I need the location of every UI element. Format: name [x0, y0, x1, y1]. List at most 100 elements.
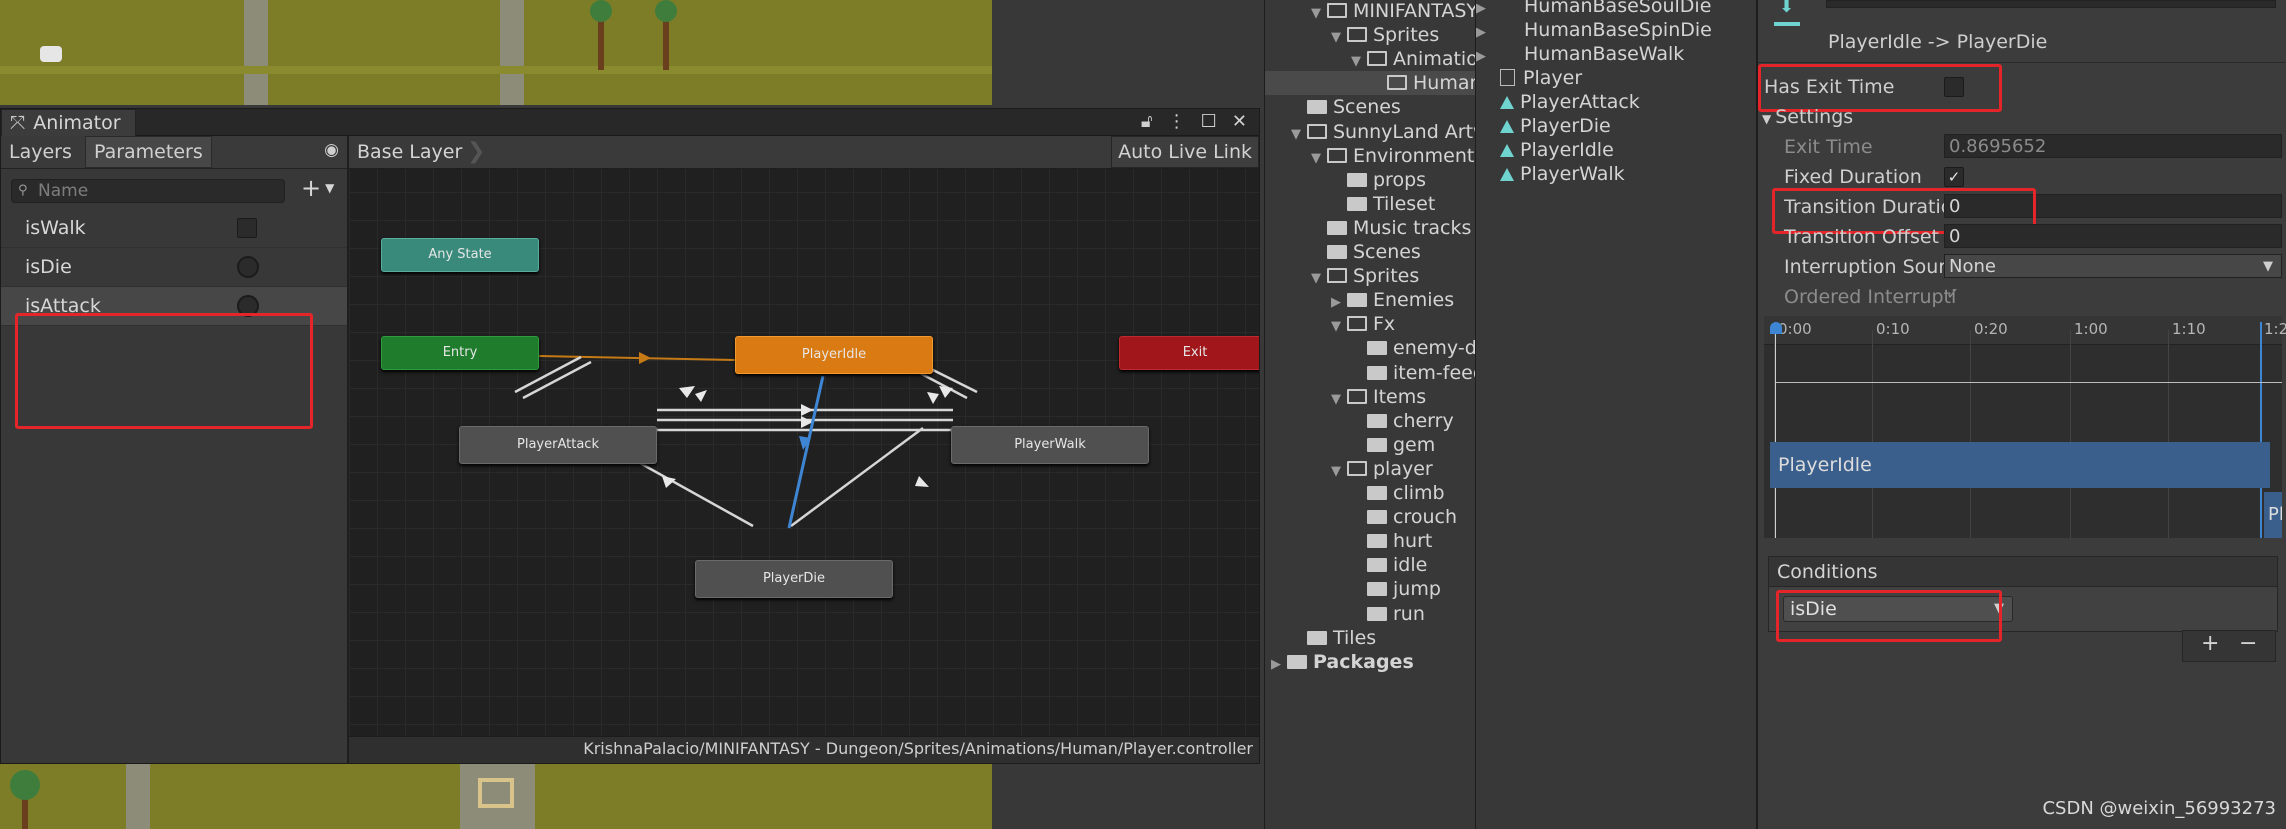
animation-clip-icon: [1500, 96, 1514, 109]
state-node-exit[interactable]: Exit: [1119, 336, 1259, 370]
fixed-duration-checkbox[interactable]: ✓: [1944, 167, 1964, 187]
parameter-trigger-radio[interactable]: [237, 256, 259, 278]
transition-offset-field[interactable]: 0: [1944, 224, 2282, 248]
timeline-track-destination: Pl: [2264, 492, 2282, 538]
transition-walk-to-die[interactable]: [790, 426, 924, 528]
folder-tree-item[interactable]: ▼ Sprites: [1311, 264, 1419, 288]
folder-tree-item[interactable]: ▼ MINIFANTASY: [1311, 0, 1475, 26]
chevron-down-icon[interactable]: ▼: [1331, 26, 1347, 50]
folder-icon: [1367, 534, 1387, 549]
folder-tree-item[interactable]: jump: [1351, 577, 1441, 601]
chevron-down-icon[interactable]: ▼: [1331, 315, 1347, 339]
asset-item[interactable]: PlayerIdle: [1500, 138, 1614, 162]
folder-tree-item[interactable]: cherry: [1351, 409, 1454, 433]
folder-tree-item[interactable]: ▼SunnyLand Artwork: [1291, 120, 1475, 147]
parameter-row[interactable]: isWalk: [1, 209, 347, 248]
state-machine-graph[interactable]: Base Layer ❯ Auto Live Link Any State En…: [349, 136, 1259, 763]
chevron-down-icon[interactable]: ▼: [1311, 2, 1327, 26]
folder-icon: [1307, 100, 1327, 115]
chevron-down-icon[interactable]: ▼: [1311, 267, 1327, 291]
eye-icon[interactable]: ◉: [324, 140, 339, 160]
parameter-list: isWalk isDie isAttack: [1, 209, 347, 326]
timeline-tick-label: 1:00: [2074, 320, 2108, 338]
asset-item[interactable]: ▶ HumanBaseSpinDie: [1476, 18, 1712, 42]
state-node-any-state[interactable]: Any State: [381, 238, 539, 272]
folder-tree-item[interactable]: climb: [1351, 481, 1445, 505]
folder-tree-item[interactable]: run: [1351, 602, 1425, 626]
folder-tree-item[interactable]: gem: [1351, 433, 1435, 457]
settings-foldout[interactable]: ▼ Settings: [1762, 106, 1853, 128]
chevron-down-icon[interactable]: ▼: [1331, 460, 1347, 484]
remove-condition-button[interactable]: −: [2239, 631, 2257, 656]
folder-tree-item[interactable]: hurt: [1351, 529, 1432, 553]
folder-tree-item[interactable]: item-feedback: [1351, 361, 1475, 385]
exit-time-field[interactable]: 0.8695652: [1944, 134, 2282, 158]
folder-tree-item[interactable]: ▼ Fx: [1331, 312, 1395, 336]
interruption-source-dropdown[interactable]: None ▼: [1944, 254, 2282, 278]
folder-tree-item[interactable]: ▶ Packages: [1271, 650, 1414, 674]
asset-item[interactable]: PlayerWalk: [1500, 162, 1625, 186]
folder-icon: [1367, 558, 1387, 573]
timeline-tick-label: 0:20: [1974, 320, 2008, 338]
parameter-search-input[interactable]: ⚲ Name: [11, 179, 285, 203]
folder-tree-item[interactable]: props: [1331, 168, 1426, 192]
folder-tree-item[interactable]: Scenes: [1291, 95, 1401, 119]
folder-tree-item[interactable]: crouch: [1351, 505, 1457, 529]
tab-parameters[interactable]: Parameters: [84, 136, 212, 168]
transition-timeline[interactable]: 0:00 0:10 0:20 1:00 1:10 1:2 PlayerIdle Pl: [1764, 316, 2286, 538]
asset-item[interactable]: PlayerDie: [1500, 114, 1611, 138]
camera-icon: [40, 46, 62, 62]
add-parameter-button[interactable]: + ▼: [301, 174, 334, 202]
chevron-right-icon[interactable]: ▶: [1271, 653, 1287, 677]
asset-item[interactable]: Player: [1500, 66, 1582, 90]
close-icon[interactable]: ✕: [1232, 109, 1247, 135]
state-node-player-idle[interactable]: PlayerIdle: [735, 336, 933, 374]
lock-icon[interactable]: 🔓︎: [1141, 109, 1153, 135]
timeline-playhead-icon[interactable]: [1770, 322, 1782, 334]
folder-tree-item[interactable]: Scenes: [1311, 240, 1421, 264]
folder-icon: [1367, 437, 1387, 452]
transition-entry-to-idle[interactable]: [538, 352, 736, 364]
timeline-tick-line: [2070, 330, 2071, 538]
folder-tree-item[interactable]: idle: [1351, 553, 1427, 577]
folder-tree-item[interactable]: Music tracks: [1311, 216, 1471, 240]
folder-tree-item[interactable]: ▼ player: [1331, 457, 1433, 481]
folder-tree-item[interactable]: enemy-death: [1351, 336, 1475, 360]
animator-icon: ⤧: [10, 112, 26, 134]
folder-tree-item[interactable]: ▼ Sprites: [1331, 23, 1439, 47]
folder-tree-item[interactable]: ▼Animations: [1351, 47, 1475, 71]
add-condition-button[interactable]: +: [2201, 631, 2219, 656]
fixed-duration-label: Fixed Duration: [1784, 166, 1922, 188]
folder-tree-item[interactable]: ▼ Items: [1331, 385, 1426, 409]
folder-icon: [1327, 3, 1347, 18]
state-node-player-attack[interactable]: PlayerAttack: [459, 426, 657, 464]
maximize-icon[interactable]: ☐: [1201, 109, 1217, 135]
asset-item[interactable]: ▶ HumanBaseWalk: [1476, 42, 1684, 66]
chevron-down-icon[interactable]: ▼: [1331, 388, 1347, 412]
parameter-row[interactable]: isDie: [1, 248, 347, 287]
animator-tab-bar: ⤧ Animator 🔓︎ ⋮ ☐ ✕: [1, 109, 1259, 136]
tab-layers[interactable]: Layers: [1, 137, 80, 167]
chevron-down-icon[interactable]: ▼: [1291, 123, 1307, 147]
folder-tree-item[interactable]: ▶ Enemies: [1331, 288, 1454, 312]
folder-icon: [1367, 365, 1387, 380]
tab-animator[interactable]: ⤧ Animator: [1, 109, 136, 136]
folder-icon: [1347, 460, 1367, 476]
asset-item[interactable]: PlayerAttack: [1500, 90, 1640, 114]
asset-item[interactable]: ▶ HumanBaseSoulDie: [1476, 0, 1711, 18]
state-node-player-walk[interactable]: PlayerWalk: [951, 426, 1149, 464]
folder-icon: [1387, 75, 1407, 91]
state-node-entry[interactable]: Entry: [381, 336, 539, 370]
parameter-bool-checkbox[interactable]: [237, 218, 257, 238]
folder-tree-item[interactable]: Tileset: [1331, 192, 1435, 216]
timeline-tick-label: 0:10: [1876, 320, 1910, 338]
kebab-menu-icon[interactable]: ⋮: [1168, 109, 1186, 135]
search-icon: ⚲: [18, 183, 28, 198]
chevron-down-icon[interactable]: ▼: [1311, 147, 1327, 171]
folder-tree-item[interactable]: Human: [1265, 71, 1475, 96]
folder-tree-item[interactable]: Tiles: [1291, 626, 1376, 650]
ordered-interruption-checkbox[interactable]: ✓: [1946, 284, 1959, 303]
folder-tree-item[interactable]: ▼ Environment: [1311, 144, 1474, 168]
state-node-player-die[interactable]: PlayerDie: [695, 560, 893, 598]
inspector-panel: ⬇ PlayerIdle -> PlayerDie Has Exit Time …: [1758, 0, 2286, 829]
